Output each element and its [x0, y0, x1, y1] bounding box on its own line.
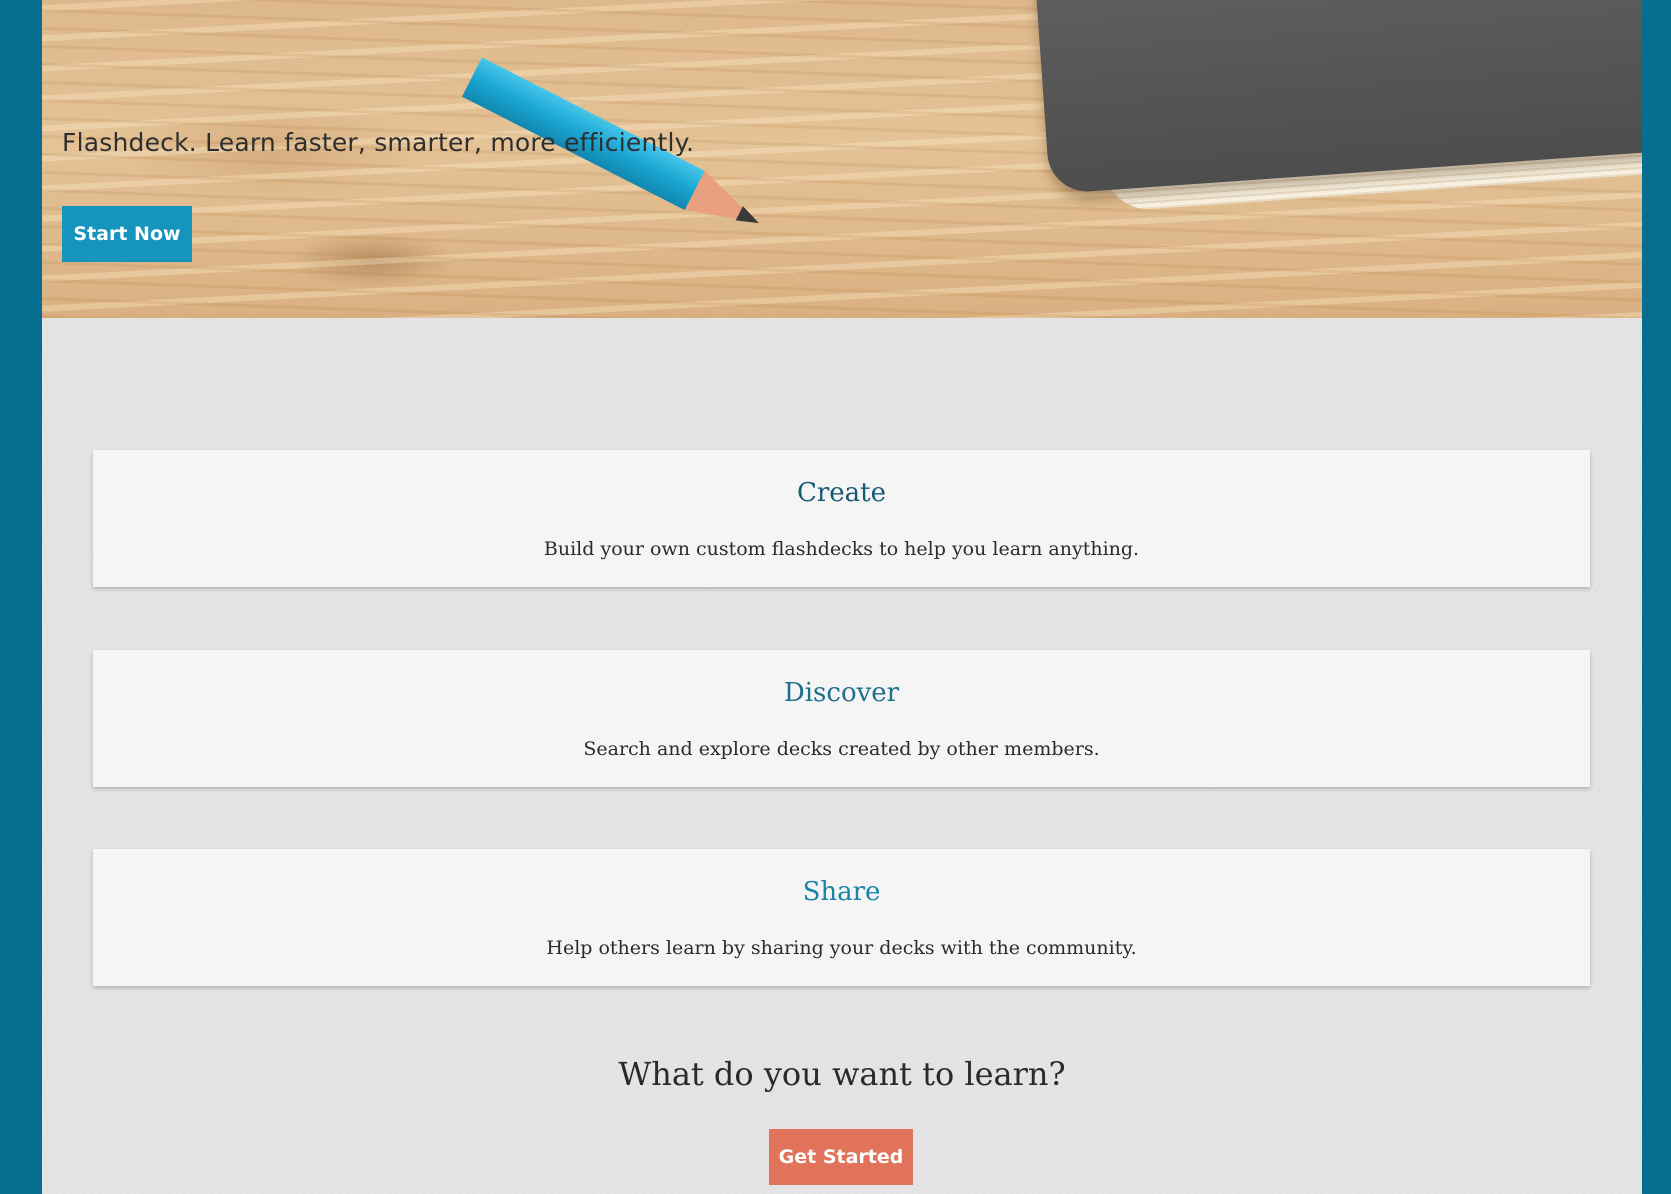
- cta-question: What do you want to learn?: [618, 1055, 1066, 1093]
- feature-description: Build your own custom flashdecks to help…: [543, 538, 1140, 560]
- feature-title: Discover: [783, 678, 900, 708]
- feature-description: Help others learn by sharing your decks …: [546, 937, 1137, 959]
- hero-banner: Flashdeck. Learn faster, smarter, more e…: [42, 0, 1642, 318]
- start-now-button[interactable]: Start Now: [62, 206, 192, 262]
- feature-description: Search and explore decks created by othe…: [583, 738, 1100, 760]
- feature-card-share: Share Help others learn by sharing your …: [93, 849, 1590, 986]
- feature-title: Share: [802, 877, 881, 907]
- feature-card-discover: Discover Search and explore decks create…: [93, 650, 1590, 787]
- feature-card-create: Create Build your own custom flashdecks …: [93, 450, 1590, 587]
- hero-tagline: Flashdeck. Learn faster, smarter, more e…: [62, 128, 695, 157]
- page: Flashdeck. Learn faster, smarter, more e…: [42, 0, 1642, 1194]
- feature-title: Create: [796, 478, 887, 508]
- get-started-button[interactable]: Get Started: [769, 1129, 913, 1185]
